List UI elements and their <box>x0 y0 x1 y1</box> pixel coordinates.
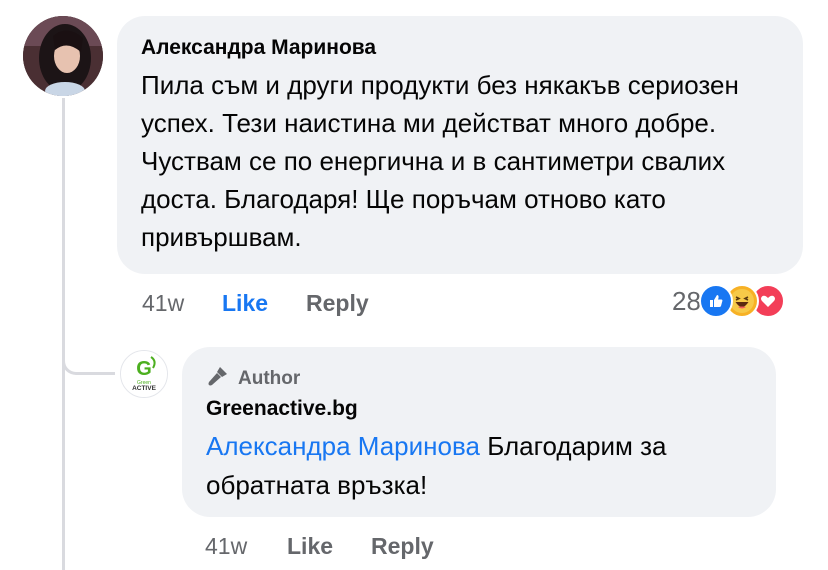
logo-letter: G <box>136 358 152 380</box>
thread-line-vertical <box>62 98 65 570</box>
page-avatar[interactable]: G Green ACTIVE <box>120 350 168 398</box>
reply-bubble: Author Greenactive.bg Александра Маринов… <box>182 347 776 517</box>
thread-line-curve <box>62 350 115 375</box>
avatar-photo <box>23 16 103 96</box>
reaction-count: 28 <box>672 285 701 316</box>
reply-timestamp[interactable]: 41w <box>205 533 247 560</box>
author-badge-label: Author <box>238 367 301 389</box>
greenactive-logo-icon: G Green ACTIVE <box>121 351 167 397</box>
logo-text-bottom: ACTIVE <box>132 385 157 392</box>
microphone-icon <box>206 364 230 393</box>
reply-like-button[interactable]: Like <box>287 533 333 560</box>
comment-author-name[interactable]: Александра Маринова <box>141 36 376 60</box>
comment-text: Пила съм и други продукти без някакъв се… <box>141 70 739 252</box>
comment-like-button[interactable]: Like <box>222 290 268 317</box>
reply-reply-button[interactable]: Reply <box>371 533 434 560</box>
author-badge: Author <box>206 364 300 393</box>
reply-mention[interactable]: Александра Маринова <box>206 431 480 461</box>
like-icon <box>698 284 733 318</box>
reply-author-name[interactable]: Greenactive.bg <box>206 397 358 421</box>
comment-bubble: Александра Маринова Пила съм и други про… <box>117 16 803 274</box>
avatar[interactable] <box>23 16 103 96</box>
reactions-summary[interactable]: 28 <box>672 284 785 318</box>
comment-timestamp[interactable]: 41w <box>142 290 184 317</box>
reply-text: Александра Маринова Благодарим за обратн… <box>206 427 766 505</box>
comment-reply-button[interactable]: Reply <box>306 290 369 317</box>
